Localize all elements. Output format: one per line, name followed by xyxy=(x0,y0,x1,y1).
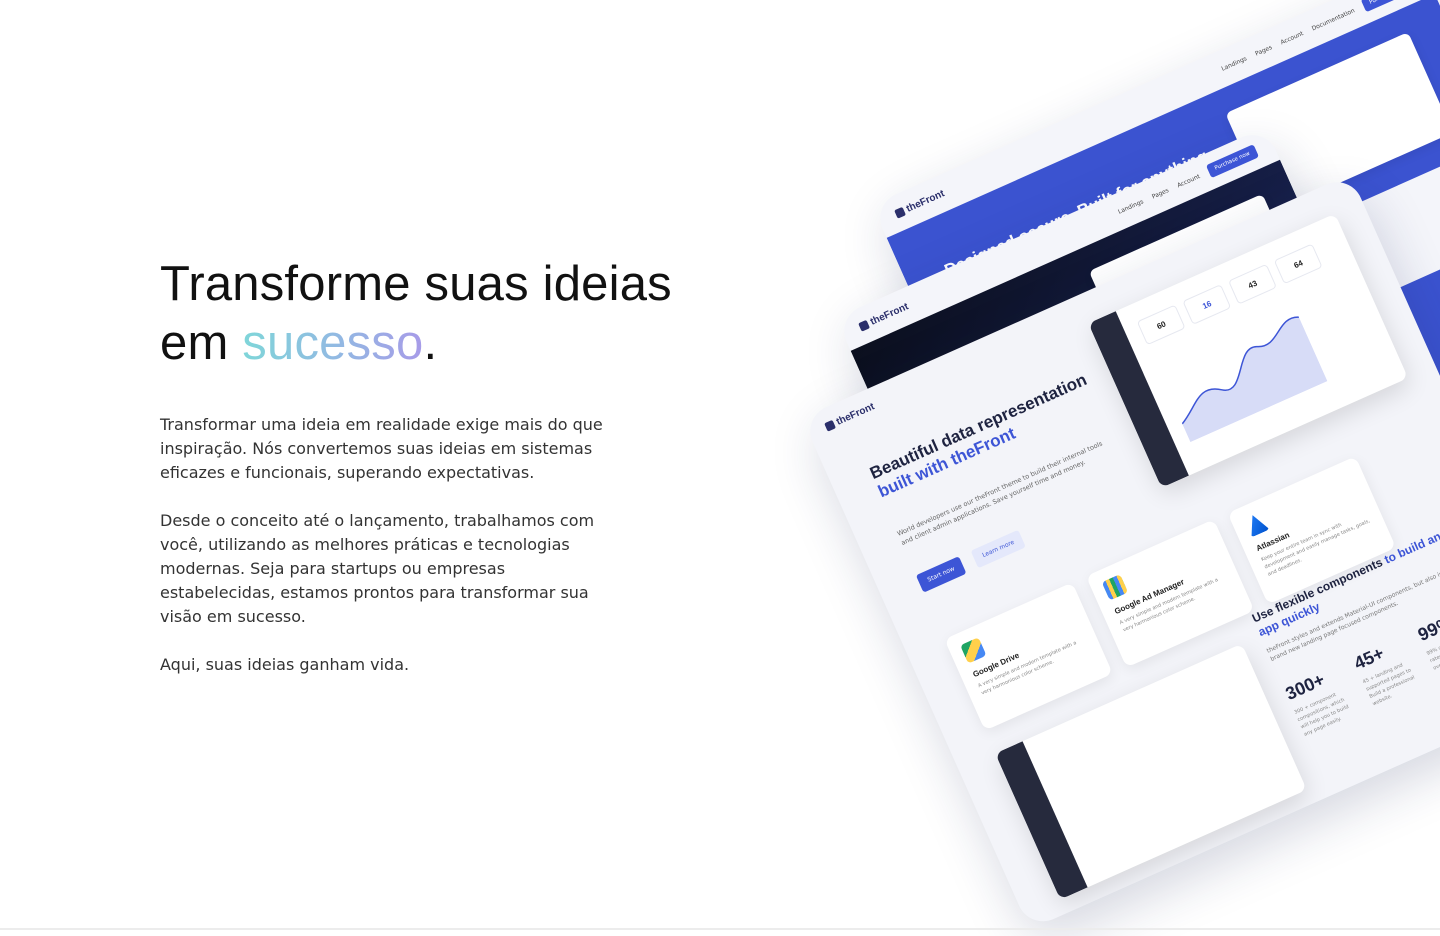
card-text: A very simple and modern template with a… xyxy=(1118,577,1220,634)
table-preview xyxy=(995,643,1307,900)
mockup-nav-front: theFront xyxy=(802,174,1365,451)
hero-title: Transforme suas ideias em sucesso. xyxy=(160,255,720,373)
logo-text: theFront xyxy=(904,187,947,215)
nav-documentation: Documentation xyxy=(1310,6,1356,32)
stat-tile: 60 xyxy=(1136,304,1186,346)
hero-title-prefix: em xyxy=(160,316,243,370)
area-chart-graphic xyxy=(1181,316,1328,443)
mid-hero: Join the world's leading xyxy=(850,159,1362,534)
dashboard-preview: 60 16 43 64 xyxy=(1088,213,1409,488)
mid-form-card xyxy=(1088,193,1299,354)
card-text: Keep your entire team in sync with devel… xyxy=(1260,518,1372,578)
logo-text: theFront xyxy=(834,400,877,428)
card-google-drive: Google Drive A very simple and modern te… xyxy=(944,582,1113,731)
stat-text: 300 + component compositions, which will… xyxy=(1293,692,1350,738)
table-sidebar xyxy=(995,741,1088,900)
hero-paragraph-2: Desde o conceito até o lançamento, traba… xyxy=(160,511,595,626)
back-hero: Designed secure. Built for anything xyxy=(886,0,1440,385)
front-subtitle: World developers use our theFront theme … xyxy=(895,439,1104,547)
card-google-ad-manager: Google Ad Manager A very simple and mode… xyxy=(1085,519,1255,668)
mockup-panel-mid: theFront Landings Pages Account Purchase… xyxy=(836,126,1400,620)
thefront-logo-mid: theFront xyxy=(857,300,911,332)
mockup-panel-back: theFront Landings Pages Account Document… xyxy=(872,0,1440,635)
stat-value: 99% xyxy=(1414,612,1440,646)
learn-more-button: Learn more xyxy=(970,529,1027,569)
section-title-main: Use flexible components xyxy=(1249,555,1385,626)
thefront-logo-front: theFront xyxy=(823,400,877,432)
nav-account: Account xyxy=(1279,29,1305,46)
google-drive-icon xyxy=(960,637,987,664)
hero-paragraph-1: Transformar uma ideia em realidade exige… xyxy=(160,415,603,482)
hero-title-accent: sucesso xyxy=(242,316,424,370)
back-hero-title: Designed secure. Built for anything xyxy=(941,146,1211,281)
mid-hero-title: Join the world's leading xyxy=(923,327,1108,424)
nav-landings: Landings xyxy=(1116,197,1145,216)
section-title-blue: to build an app quickly xyxy=(1255,529,1440,640)
stat-value: 45+ xyxy=(1350,642,1387,674)
hero-title-suffix: . xyxy=(423,316,438,370)
card-text: A very simple and modern template with a… xyxy=(977,640,1078,697)
back-hero-bottom xyxy=(989,225,1440,635)
mockup-nav-mid: theFront Landings Pages Account Purchase… xyxy=(836,127,1280,351)
nav-landings: Landings xyxy=(1220,54,1248,73)
hero-paragraph-3: Aqui, suas ideias ganham vida. xyxy=(160,655,410,674)
stat-tile: 64 xyxy=(1273,243,1323,285)
stat-text: 45 + landing and supported pages to Buil… xyxy=(1361,662,1416,708)
nav-account: Account xyxy=(1175,172,1201,189)
logo-mark-icon xyxy=(893,206,906,219)
nav-pages: Pages xyxy=(1254,43,1274,58)
hero-title-line1: Transforme suas ideias xyxy=(160,257,672,311)
stat-value: 300+ xyxy=(1282,669,1328,705)
logo-mark-icon xyxy=(857,319,870,332)
thefront-logo: theFront xyxy=(893,187,947,219)
stat-text: 99% of our customers rated 5-star our th… xyxy=(1425,629,1440,672)
google-ad-manager-icon xyxy=(1101,574,1129,601)
front-title-main: Beautiful data representation xyxy=(867,370,1090,484)
card-name: Google Ad Manager xyxy=(1113,577,1186,617)
hero-section: Transforme suas ideias em sucesso. Trans… xyxy=(160,255,720,701)
front-title-blue: built with theFront xyxy=(875,423,1019,502)
mockup-nav: theFront Landings Pages Account Document… xyxy=(872,0,1435,238)
stat-tile: 16 xyxy=(1182,284,1232,325)
back-form-card xyxy=(1225,32,1440,214)
mockup-panel-front: theFront Beautiful data representation b… xyxy=(802,173,1440,930)
hero-body: Transformar uma ideia em realidade exige… xyxy=(160,413,620,677)
card-name: Google Drive xyxy=(971,650,1021,680)
card-name: Atlassian xyxy=(1254,530,1291,554)
nav-pages: Pages xyxy=(1150,186,1170,201)
logo-text: theFront xyxy=(868,300,911,328)
logo-mark-icon xyxy=(823,419,836,432)
card-atlassian: Atlassian Keep your entire team in sync … xyxy=(1227,456,1397,605)
section-title: Use flexible components to build an app … xyxy=(1250,519,1440,640)
dashboard-sidebar xyxy=(1088,311,1189,488)
section-divider xyxy=(0,928,1440,930)
purchase-button: Purchase now xyxy=(1360,0,1414,13)
start-now-button: Start now xyxy=(915,556,967,593)
purchase-button: Purchase now xyxy=(1205,144,1260,179)
front-title: Beautiful data representation built with… xyxy=(867,356,1130,502)
section-subtitle: theFront styles and extends Material-UI … xyxy=(1265,561,1440,663)
stat-tile: 43 xyxy=(1228,263,1277,305)
atlassian-icon xyxy=(1243,511,1269,537)
